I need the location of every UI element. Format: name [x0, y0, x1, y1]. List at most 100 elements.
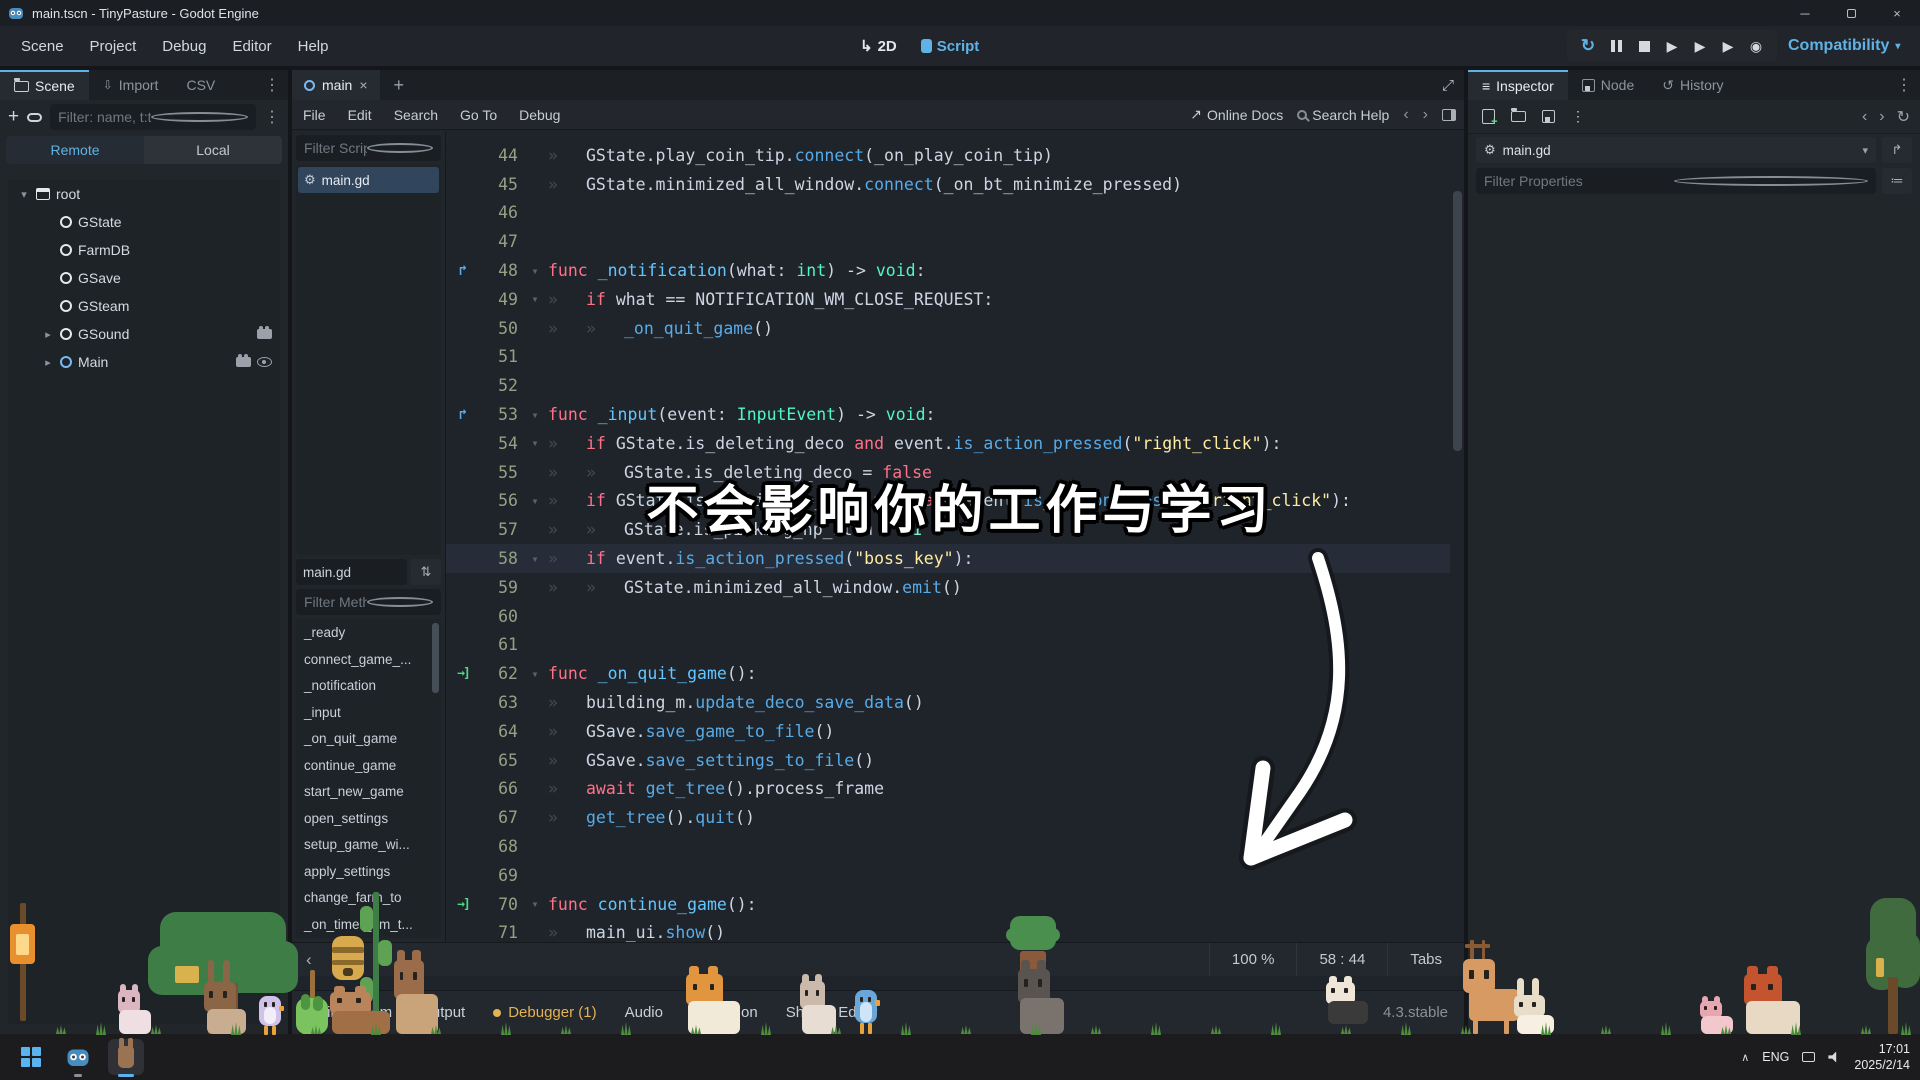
code-line-60[interactable]: 60 — [446, 602, 1450, 631]
code-line-49[interactable]: 49 ▾» if what == NOTIFICATION_WM_CLOSE_REQ… — [446, 285, 1450, 314]
tree-node-farmdb[interactable]: FarmDB — [8, 236, 280, 264]
script-menu-edit[interactable]: Edit — [337, 107, 383, 123]
distraction-free-icon[interactable]: ⤢ — [1432, 77, 1464, 94]
object-history-icon[interactable]: ↻ — [1897, 107, 1910, 127]
taskbar-tinypasture-app[interactable] — [108, 1038, 144, 1077]
tree-node-root[interactable]: ▾ root — [8, 180, 280, 208]
fold-icon[interactable]: ▾ — [522, 494, 548, 508]
code-line-47[interactable]: 47 — [446, 227, 1450, 256]
taskbar-clock[interactable]: 17:01 2025/2/14 — [1854, 1041, 1910, 1074]
tab-history[interactable]: ↺ History — [1648, 70, 1737, 100]
fold-icon[interactable]: ▾ — [522, 667, 548, 681]
history-back-icon[interactable]: ‹ — [1862, 108, 1867, 126]
bottom-tab-audio[interactable]: Audio — [611, 991, 677, 1034]
code-scrollbar[interactable] — [1453, 191, 1462, 451]
code-line-58[interactable]: 58 ▾» if event. is_action_pressed("boss_key… — [446, 544, 1450, 573]
menu-project[interactable]: Project — [77, 38, 150, 55]
camera-icon[interactable] — [257, 326, 272, 339]
filter-methods-input[interactable]: Filter Methods — [296, 589, 441, 615]
load-resource-icon[interactable] — [1508, 108, 1528, 126]
renderer-selector[interactable]: Compatibility ▾ — [1788, 26, 1900, 66]
method-item[interactable]: continue_game — [304, 758, 441, 785]
expander-icon[interactable]: ▸ — [42, 356, 54, 369]
method-item[interactable]: setup_game_wi... — [304, 837, 441, 864]
tab-import[interactable]: ⇩ Import — [89, 70, 173, 100]
scroll-tabs-left-icon[interactable]: ‹ — [292, 950, 326, 970]
camera-icon[interactable] — [236, 354, 251, 367]
tree-node-gsteam[interactable]: GSteam — [8, 292, 280, 320]
script-item-main-gd[interactable]: ⚙ main.gd — [298, 167, 439, 193]
method-item[interactable]: _ready — [304, 625, 441, 652]
local-tab[interactable]: Local — [144, 136, 282, 164]
filter-scripts-input[interactable]: Filter Scripts — [296, 135, 441, 161]
mode-script-button[interactable]: Script — [913, 38, 988, 55]
network-icon[interactable] — [1802, 1052, 1816, 1062]
start-button[interactable] — [14, 1040, 48, 1074]
play-custom-scene-button[interactable]: ▶ — [1717, 35, 1739, 57]
menu-debug[interactable]: Debug — [149, 38, 219, 55]
cursor-position[interactable]: 58 : 44 — [1296, 943, 1387, 976]
language-indicator[interactable]: ENG — [1762, 1050, 1789, 1064]
bottom-tab-debugger-1-[interactable]: Debugger (1) — [479, 991, 610, 1034]
dock-options-icon[interactable]: ⋮ — [256, 70, 288, 100]
open-docs-button[interactable]: ↱ — [1882, 137, 1912, 163]
tree-node-gsave[interactable]: GSave — [8, 264, 280, 292]
method-item[interactable]: _on_quit_game — [304, 731, 441, 758]
maximize-button[interactable] — [1828, 0, 1874, 26]
indent-mode[interactable]: Tabs — [1387, 943, 1464, 976]
tab-inspector[interactable]: ≡ Inspector — [1468, 70, 1568, 100]
menu-scene[interactable]: Scene — [8, 38, 77, 55]
fold-icon[interactable]: ▾ — [522, 436, 548, 450]
code-line-54[interactable]: 54 ▾» if GState.is_deleting_deco and event… — [446, 429, 1450, 458]
script-menu-goto[interactable]: Go To — [449, 107, 508, 123]
tab-main[interactable]: main × — [292, 70, 380, 100]
sort-methods-button[interactable]: ⇅ — [411, 559, 441, 585]
code-line-51[interactable]: 51 — [446, 343, 1450, 372]
new-tab-button[interactable]: + — [380, 75, 419, 96]
method-item[interactable]: _on_timer_5m_t... — [304, 917, 441, 939]
resource-extra-icon[interactable]: ⋮ — [1568, 108, 1588, 126]
movie-maker-button[interactable]: ◉ — [1745, 35, 1767, 57]
code-line-65[interactable]: 65» GSave. save_settings_to_file() — [446, 746, 1450, 775]
taskbar-godot-app[interactable] — [60, 1039, 96, 1077]
mode-2d-button[interactable]: ↳ 2D — [852, 37, 905, 56]
script-menu-file[interactable]: File — [292, 107, 337, 123]
tray-expand-icon[interactable]: ∧ — [1741, 1051, 1749, 1064]
expander-icon[interactable]: ▸ — [42, 328, 54, 341]
code-line-45[interactable]: 45» GState.minimized_all_window. connect (_… — [446, 170, 1450, 199]
scene-extra-options-icon[interactable]: ⋮ — [264, 107, 280, 127]
play-scene-button[interactable]: ▶ — [1689, 35, 1711, 57]
method-item[interactable]: change_farm_to — [304, 890, 441, 917]
scene-filter-input[interactable]: Filter: name, t:type, g — [50, 104, 256, 130]
stop-button[interactable] — [1633, 35, 1655, 57]
zoom-level[interactable]: 100 % — [1208, 943, 1297, 976]
pause-button[interactable] — [1605, 35, 1627, 57]
script-menu-debug[interactable]: Debug — [508, 107, 571, 123]
tab-csv[interactable]: CSV — [172, 70, 229, 100]
toggle-scripts-panel-icon[interactable] — [1442, 108, 1456, 121]
code-line-50[interactable]: 50»» _on_quit_game() — [446, 314, 1450, 343]
speaker-icon[interactable] — [1828, 1051, 1837, 1063]
code-line-61[interactable]: 61 — [446, 631, 1450, 660]
tree-node-gstate[interactable]: GState — [8, 208, 280, 236]
code-line-69[interactable]: 69 — [446, 861, 1450, 890]
fold-icon[interactable]: ▾ — [522, 264, 548, 278]
edited-object-selector[interactable]: ⚙ main.gd ▾ — [1476, 137, 1876, 163]
dock-options-icon[interactable]: ⋮ — [1888, 70, 1920, 100]
search-help-button[interactable]: Search Help — [1297, 107, 1389, 123]
expander-icon[interactable]: ▾ — [18, 188, 30, 201]
bottom-tab-filesystem[interactable]: FileSystem — [304, 991, 406, 1034]
bottom-tab-animation[interactable]: Animation — [677, 991, 772, 1034]
add-node-button[interactable]: + — [8, 106, 19, 128]
code-line-67[interactable]: 67» get_tree (). quit() — [446, 803, 1450, 832]
code-line-52[interactable]: 52 — [446, 371, 1450, 400]
filter-properties-input[interactable]: Filter Properties — [1476, 168, 1876, 194]
method-item[interactable]: _notification — [304, 678, 441, 705]
minimize-button[interactable]: ─ — [1782, 0, 1828, 26]
close-button[interactable]: × — [1874, 0, 1920, 26]
eye-visibility-icon[interactable] — [257, 357, 272, 367]
code-line-64[interactable]: 64» GSave. save_game_to_file() — [446, 717, 1450, 746]
menu-editor[interactable]: Editor — [219, 38, 284, 55]
fold-icon[interactable]: ▾ — [522, 897, 548, 911]
remote-debug-button[interactable]: ▶ — [1661, 35, 1683, 57]
